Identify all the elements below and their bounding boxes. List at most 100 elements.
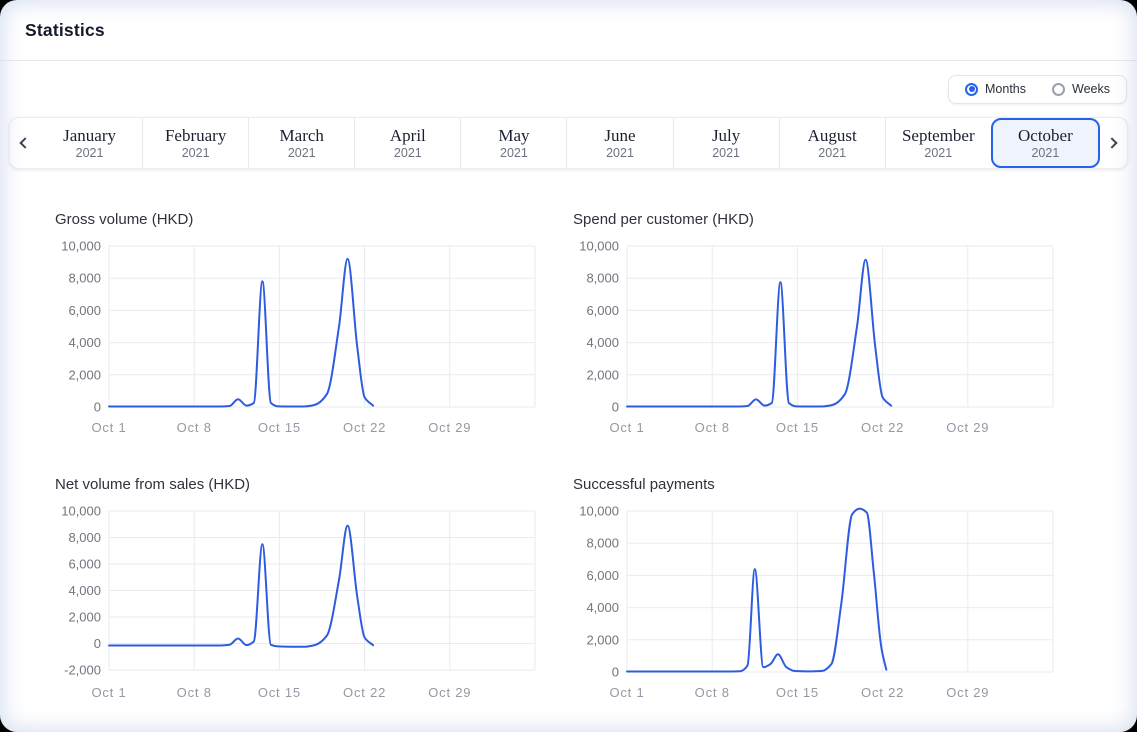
- header: Statistics: [0, 0, 1137, 61]
- y-tick-label: 0: [94, 636, 101, 651]
- x-tick-label: Oct 22: [861, 685, 904, 700]
- x-tick-label: Oct 15: [258, 420, 301, 435]
- chart-title: Spend per customer (HKD): [573, 211, 1073, 228]
- x-tick-label: Oct 1: [91, 685, 126, 700]
- y-tick-label: 0: [612, 665, 619, 680]
- month-name: September: [902, 126, 975, 146]
- weeks-label: Weeks: [1072, 82, 1110, 96]
- carousel-prev-button[interactable]: [10, 118, 37, 168]
- y-tick-label: 0: [94, 400, 101, 415]
- month-card-january[interactable]: January2021: [37, 118, 143, 168]
- month-card-february[interactable]: February2021: [143, 118, 249, 168]
- y-tick-label: 10,000: [579, 504, 619, 519]
- y-tick-label: 10,000: [61, 504, 101, 519]
- chevron-right-icon: [1106, 137, 1117, 148]
- y-tick-label: 10,000: [579, 239, 619, 254]
- gridlines: [627, 246, 1053, 407]
- y-tick-label: 8,000: [68, 271, 101, 286]
- month-card-march[interactable]: March2021: [249, 118, 355, 168]
- x-tick-label: Oct 22: [343, 420, 386, 435]
- month-name: July: [712, 126, 740, 146]
- month-card-june[interactable]: June2021: [567, 118, 673, 168]
- data-line: [109, 526, 373, 647]
- month-name: May: [498, 126, 529, 146]
- chart-title: Successful payments: [573, 476, 1073, 493]
- chart-net-volume: Net volume from sales (HKD) 10,0008,0006…: [55, 476, 555, 705]
- month-year: 2021: [818, 146, 846, 160]
- carousel-next-button[interactable]: [1100, 118, 1127, 168]
- y-tick-label: 8,000: [586, 536, 619, 551]
- chart-spend-per-customer: Spend per customer (HKD) 10,0008,0006,00…: [573, 211, 1073, 440]
- x-tick-label: Oct 22: [343, 685, 386, 700]
- month-card-april[interactable]: April2021: [355, 118, 461, 168]
- month-card-list: January2021February2021March2021April202…: [37, 118, 1100, 168]
- y-tick-label: 6,000: [68, 303, 101, 318]
- x-tick-label: Oct 1: [91, 420, 126, 435]
- month-year: 2021: [394, 146, 422, 160]
- statistics-panel: Statistics Months Weeks January2021Febru…: [0, 0, 1137, 732]
- y-tick-label: 2,000: [586, 367, 619, 382]
- data-line: [627, 509, 886, 672]
- month-year: 2021: [288, 146, 316, 160]
- x-tick-label: Oct 29: [946, 420, 989, 435]
- x-tick-label: Oct 29: [428, 685, 471, 700]
- y-tick-label: 2,000: [68, 367, 101, 382]
- gridlines: [627, 511, 1053, 672]
- month-name: February: [165, 126, 226, 146]
- x-tick-label: Oct 22: [861, 420, 904, 435]
- month-card-september[interactable]: September2021: [886, 118, 991, 168]
- y-tick-label: 4,000: [68, 583, 101, 598]
- charts-grid: Gross volume (HKD) 10,000 8,000 6,000 4,000…: [0, 211, 1137, 705]
- month-name: April: [390, 126, 426, 146]
- weeks-radio-option[interactable]: Weeks: [1052, 82, 1110, 96]
- y-tick-label: 4,000: [586, 600, 619, 615]
- month-year: 2021: [500, 146, 528, 160]
- months-label: Months: [985, 82, 1026, 96]
- line-chart-gross-volume: 10,000 8,000 6,000 4,000 2,000 0 Oct 1 Oct 8 Oct…: [55, 232, 555, 440]
- chevron-left-icon: [19, 137, 30, 148]
- chart-successful-payments: Successful payments 10,000 8,000 6,000 4,00…: [573, 476, 1073, 705]
- month-year: 2021: [712, 146, 740, 160]
- month-year: 2021: [606, 146, 634, 160]
- x-tick-label: Oct 15: [776, 685, 819, 700]
- x-tick-label: Oct 29: [946, 685, 989, 700]
- line-chart-spend-per-customer: 10,0008,0006,0004,0002,0000Oct 1Oct 8Oct…: [573, 232, 1073, 440]
- y-tick-label: 2,000: [586, 632, 619, 647]
- toolbar: Months Weeks: [0, 61, 1137, 117]
- data-line: [109, 259, 373, 407]
- radio-unselected-icon: [1052, 83, 1065, 96]
- y-tick-label: -2,000: [64, 663, 101, 678]
- gridlines: [109, 246, 535, 407]
- month-card-july[interactable]: July2021: [674, 118, 780, 168]
- view-toggle: Months Weeks: [948, 75, 1127, 104]
- y-tick-label: 4,000: [68, 335, 101, 350]
- y-tick-label: 6,000: [586, 568, 619, 583]
- month-year: 2021: [1031, 146, 1059, 160]
- month-card-may[interactable]: May2021: [461, 118, 567, 168]
- month-name: October: [1018, 126, 1073, 146]
- month-name: March: [280, 126, 324, 146]
- month-card-august[interactable]: August2021: [780, 118, 886, 168]
- x-tick-label: Oct 8: [695, 685, 730, 700]
- chart-title: Net volume from sales (HKD): [55, 476, 555, 493]
- y-tick-label: 6,000: [586, 303, 619, 318]
- month-year: 2021: [76, 146, 104, 160]
- month-year: 2021: [182, 146, 210, 160]
- month-card-october[interactable]: October2021: [991, 118, 1100, 168]
- month-carousel: January2021February2021March2021April202…: [9, 117, 1128, 169]
- x-tick-label: Oct 8: [177, 685, 212, 700]
- y-tick-label: 0: [612, 400, 619, 415]
- chart-title: Gross volume (HKD): [55, 211, 555, 228]
- data-line: [627, 260, 891, 407]
- months-radio-option[interactable]: Months: [965, 82, 1026, 96]
- chart-gross-volume: Gross volume (HKD) 10,000 8,000 6,000 4,000…: [55, 211, 555, 440]
- month-name: June: [604, 126, 635, 146]
- line-chart-successful-payments: 10,000 8,000 6,000 4,000 2,000 0 Oct 1 Oct 8 Oct…: [573, 497, 1073, 705]
- x-tick-label: Oct 15: [776, 420, 819, 435]
- x-tick-label: Oct 1: [609, 685, 644, 700]
- y-tick-label: 2,000: [68, 610, 101, 625]
- x-tick-label: Oct 15: [258, 685, 301, 700]
- page-title: Statistics: [25, 20, 105, 41]
- x-tick-label: Oct 8: [177, 420, 212, 435]
- y-tick-label: 10,000: [61, 239, 101, 254]
